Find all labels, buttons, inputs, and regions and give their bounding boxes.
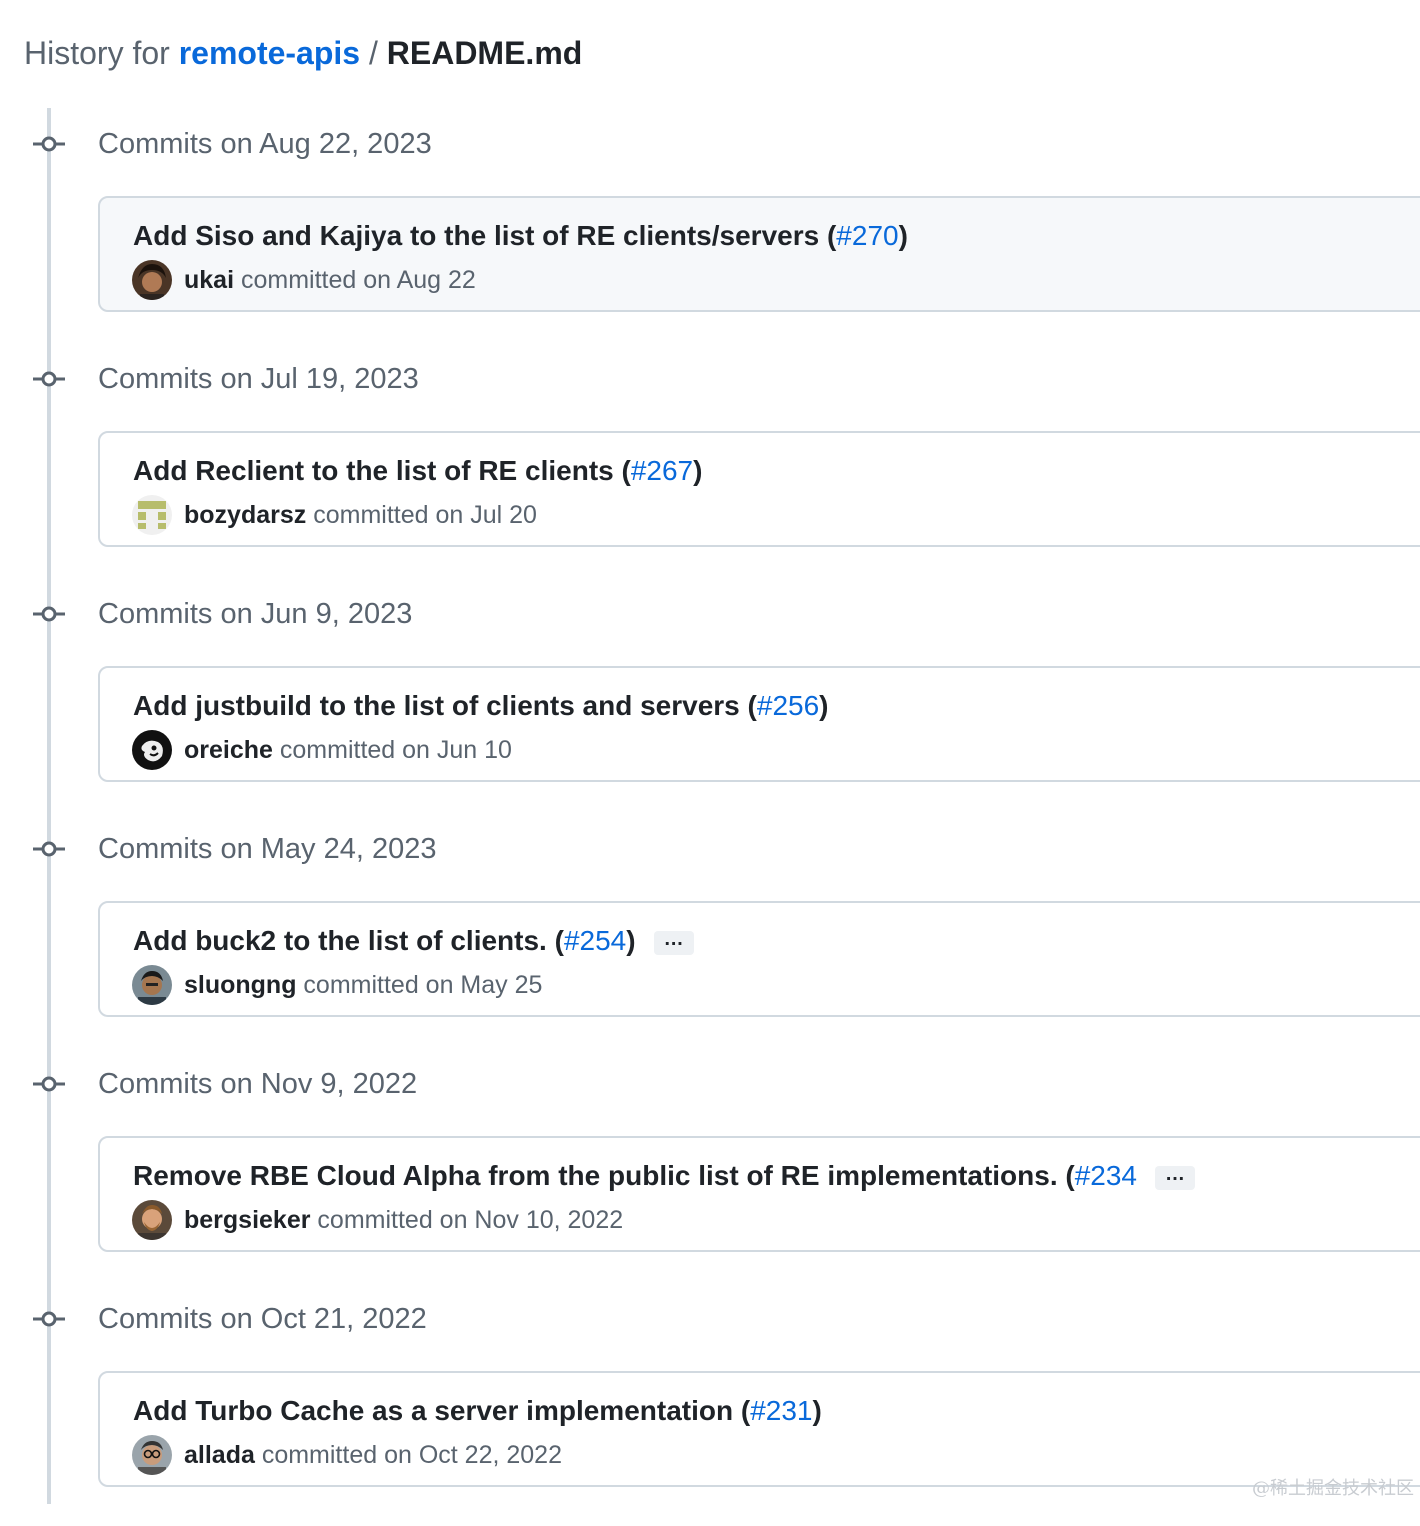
commit-item: Add justbuild to the list of clients and… — [98, 666, 1420, 782]
commit-node-icon — [33, 1076, 65, 1092]
commit-node-icon — [33, 606, 65, 622]
commit-group-date: Commits on Jul 19, 2023 — [98, 363, 419, 395]
expand-description-button[interactable]: … — [653, 929, 694, 955]
pr-link[interactable]: #270 — [836, 220, 898, 251]
commit-item: Add Siso and Kajiya to the list of RE cl… — [98, 196, 1420, 312]
commit-item: Add buck2 to the list of clients. (#254)… — [98, 901, 1420, 1017]
commit-group-date: Commits on Jun 9, 2023 — [98, 598, 413, 630]
avatar-identicon-olive — [132, 495, 172, 535]
author-name[interactable]: bozydarsz — [184, 501, 306, 529]
history-prefix: History for — [24, 35, 179, 71]
commit-group-date: Commits on Oct 21, 2022 — [98, 1303, 427, 1335]
commit-meta: bergsieker committed on Nov 10, 2022 — [184, 1204, 623, 1236]
expand-description-button[interactable]: … — [1155, 1164, 1196, 1190]
author-name[interactable]: bergsieker — [184, 1206, 310, 1234]
pr-link[interactable]: #256 — [757, 690, 819, 721]
commit-title[interactable]: Add Siso and Kajiya to the list of RE cl… — [133, 218, 908, 254]
commit-title[interactable]: Remove RBE Cloud Alpha from the public l… — [133, 1158, 1196, 1194]
commit-meta: sluongng committed on May 25 — [184, 969, 542, 1001]
commit-node-icon — [33, 1311, 65, 1327]
commit-group-date: Commits on May 24, 2023 — [98, 833, 437, 865]
commit-title-close: ) — [819, 690, 829, 721]
commit-node-icon — [33, 136, 65, 152]
path-separator: / — [360, 35, 387, 71]
commit-node-icon — [33, 371, 65, 387]
author-name[interactable]: ukai — [184, 266, 234, 294]
watermark: @稀土掘金技术社区 — [1252, 1478, 1414, 1499]
pr-link[interactable]: #254 — [564, 925, 626, 956]
commit-message[interactable]: Add Siso and Kajiya to the list of RE cl… — [133, 220, 836, 251]
commit-group: Commits on May 24, 2023 Add buck2 to the… — [0, 821, 1420, 1056]
commit-group: Commits on Jun 9, 2023 Add justbuild to … — [0, 586, 1420, 821]
commit-meta: ukai committed on Aug 22 — [184, 264, 476, 296]
commit-title-close: ) — [812, 1395, 822, 1426]
avatar-photo-dark-hair — [132, 260, 172, 300]
commit-meta: bozydarsz committed on Jul 20 — [184, 499, 537, 531]
commit-group-date: Commits on Aug 22, 2023 — [98, 128, 432, 160]
commit-item: Remove RBE Cloud Alpha from the public l… — [98, 1136, 1420, 1252]
commit-group: Commits on Nov 9, 2022 Remove RBE Cloud … — [0, 1056, 1420, 1291]
commit-title-close: ) — [693, 455, 703, 486]
committed-date: committed on Aug 22 — [234, 266, 476, 294]
author-name[interactable]: sluongng — [184, 971, 296, 999]
committed-date: committed on May 25 — [296, 971, 543, 999]
commit-title[interactable]: Add justbuild to the list of clients and… — [133, 688, 829, 724]
pr-link[interactable]: #231 — [750, 1395, 812, 1426]
commit-group-date: Commits on Nov 9, 2022 — [98, 1068, 418, 1100]
file-name: README.md — [386, 35, 583, 71]
commit-message[interactable]: Add Reclient to the list of RE clients ( — [133, 455, 631, 486]
commit-node-icon — [33, 841, 65, 857]
committed-date: committed on Jul 20 — [306, 501, 537, 529]
avatar[interactable] — [132, 1435, 172, 1475]
page-title: History for remote-apis / README.md — [24, 30, 582, 76]
commit-group: Commits on Aug 22, 2023 Add Siso and Kaj… — [0, 116, 1420, 351]
commit-message[interactable]: Add Turbo Cache as a server implementati… — [133, 1395, 750, 1426]
avatar[interactable] — [132, 260, 172, 300]
avatar-photo-person — [132, 965, 172, 1005]
commit-message[interactable]: Add buck2 to the list of clients. ( — [133, 925, 564, 956]
repo-link[interactable]: remote-apis — [179, 35, 360, 71]
author-name[interactable]: allada — [184, 1441, 255, 1469]
commit-meta: oreiche committed on Jun 10 — [184, 734, 512, 766]
commit-message[interactable]: Add justbuild to the list of clients and… — [133, 690, 757, 721]
commit-meta: allada committed on Oct 22, 2022 — [184, 1439, 562, 1471]
commit-title-close: ) — [626, 925, 636, 956]
commit-item: Add Reclient to the list of RE clients (… — [98, 431, 1420, 547]
commit-title[interactable]: Add Reclient to the list of RE clients (… — [133, 453, 702, 489]
avatar[interactable] — [132, 965, 172, 1005]
author-name[interactable]: oreiche — [184, 736, 273, 764]
commit-title[interactable]: Add buck2 to the list of clients. (#254)… — [133, 923, 694, 959]
committed-date: committed on Nov 10, 2022 — [310, 1206, 624, 1234]
commit-group: Commits on Oct 21, 2022 Add Turbo Cache … — [0, 1291, 1420, 1526]
avatar-black-white — [132, 730, 172, 770]
avatar[interactable] — [132, 730, 172, 770]
avatar[interactable] — [132, 1200, 172, 1240]
avatar-photo-beard — [132, 1200, 172, 1240]
commit-title-close: ) — [898, 220, 908, 251]
avatar-photo-glasses — [132, 1435, 172, 1475]
pr-link[interactable]: #234 — [1075, 1160, 1137, 1191]
committed-date: committed on Jun 10 — [272, 736, 512, 764]
commit-title[interactable]: Add Turbo Cache as a server implementati… — [133, 1393, 822, 1429]
commit-item: Add Turbo Cache as a server implementati… — [98, 1371, 1420, 1487]
pr-link[interactable]: #267 — [631, 455, 693, 486]
commit-message[interactable]: Remove RBE Cloud Alpha from the public l… — [133, 1160, 1075, 1191]
avatar[interactable] — [132, 495, 172, 535]
commit-group: Commits on Jul 19, 2023 Add Reclient to … — [0, 351, 1420, 586]
committed-date: committed on Oct 22, 2022 — [254, 1441, 562, 1469]
